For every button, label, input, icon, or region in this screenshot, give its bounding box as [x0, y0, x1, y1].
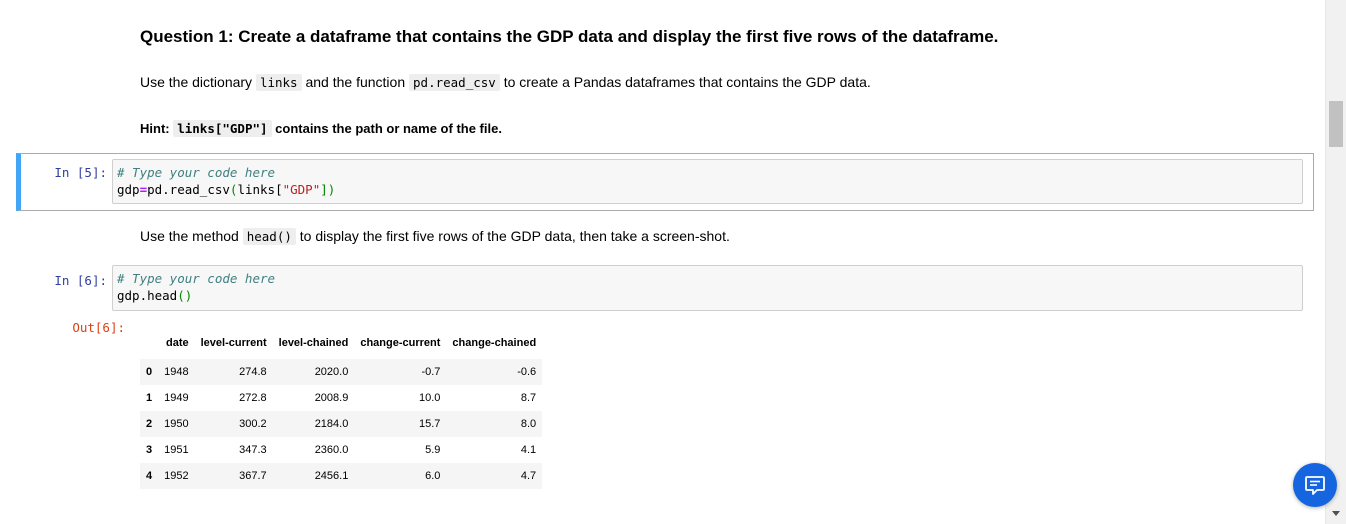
head-text-1: Use the method	[140, 228, 243, 244]
code-head: head()	[242, 228, 296, 245]
code-operator: =	[139, 182, 148, 197]
instr-text-2: and the function	[301, 74, 410, 90]
row-index: 2	[146, 418, 153, 430]
input-prompt-5: In [5]:	[54, 165, 107, 180]
cell-level-current: 367.7	[239, 470, 267, 482]
column-header: change-current	[360, 337, 441, 349]
instr-text-3: to create a Pandas dataframes that conta…	[499, 74, 871, 90]
markdown-line-instructions: Use the dictionary links and the functio…	[140, 74, 871, 91]
column-header: date	[165, 337, 189, 349]
scrollbar-thumb[interactable]	[1329, 101, 1343, 147]
hint-label: Hint:	[140, 121, 174, 136]
hint-code: links["GDP"]	[173, 120, 272, 137]
code-var: gdp	[117, 182, 140, 197]
cell-level-current: 347.3	[239, 444, 267, 456]
dataframe-table: date level-current level-chained change-…	[140, 333, 543, 489]
code-line-5: gdp=pd.read_csv(links["GDP"])	[117, 181, 1298, 198]
cell-date: 1948	[164, 366, 189, 378]
cell-date: 1950	[164, 418, 189, 430]
cell-change-chained: 4.1	[520, 444, 537, 456]
vertical-scrollbar[interactable]	[1325, 0, 1346, 524]
cell-level-chained: 2184.0	[314, 418, 349, 430]
hint-text: contains the path or name of the file.	[271, 121, 502, 136]
question-title: Question 1: Create a dataframe that cont…	[140, 27, 999, 46]
instr-text-1: Use the dictionary	[140, 74, 256, 90]
code-head-paren: ()	[177, 288, 193, 303]
cell-level-current: 272.8	[239, 392, 267, 404]
row-index: 4	[146, 470, 153, 482]
column-header: change-chained	[452, 337, 537, 349]
table-row: 4 1952 367.7 2456.1 6.0 4.7	[140, 463, 543, 489]
chat-button[interactable]	[1293, 463, 1337, 507]
cell-change-chained: -0.6	[517, 366, 537, 378]
input-prompt-6: In [6]:	[54, 273, 107, 288]
column-header: level-current	[200, 337, 267, 349]
markdown-line-head: Use the method head() to display the fir…	[140, 228, 730, 245]
code-close-paren: ])	[320, 182, 336, 197]
row-index: 0	[146, 366, 153, 378]
cell-date: 1952	[164, 470, 189, 482]
output-prompt-6: Out[6]:	[72, 320, 125, 335]
table-row: 2 1950 300.2 2184.0 15.7 8.0	[140, 411, 543, 437]
table-row: 1 1949 272.8 2008.9 10.0 8.7	[140, 385, 542, 411]
cell-change-current: 15.7	[419, 418, 441, 430]
cell-level-chained: 2456.1	[314, 470, 349, 482]
notebook-area: Question 1: Create a dataframe that cont…	[0, 0, 1324, 524]
cell-change-chained: 8.7	[520, 392, 537, 404]
code-editor-5[interactable]: # Type your code here gdp=pd.read_csv(li…	[112, 159, 1303, 204]
code-string: "GDP"	[282, 182, 321, 197]
markdown-cell-question: Question 1: Create a dataframe that cont…	[140, 27, 998, 47]
cell-change-current: 10.0	[419, 392, 441, 404]
table-row: 3 1951 347.3 2360.0 5.9 4.1	[140, 437, 542, 463]
head-text-2: to display the first five rows of the GD…	[295, 228, 730, 244]
chat-bubble-icon	[1305, 476, 1325, 495]
cell-date: 1949	[164, 392, 189, 404]
column-header: level-chained	[278, 337, 349, 349]
code-read-csv: pd.read_csv	[409, 74, 500, 91]
cell-level-chained: 2360.0	[314, 444, 349, 456]
cell-level-chained: 2008.9	[314, 392, 349, 404]
code-arg: links[	[237, 182, 283, 197]
markdown-line-hint: Hint: links["GDP"] contains the path or …	[140, 120, 502, 137]
code-comment-6: # Type your code here	[117, 271, 276, 286]
table-header-row: date level-current level-chained change-…	[140, 333, 542, 359]
code-line-6: gdp.head()	[117, 287, 1298, 304]
code-call: pd.read_csv	[147, 182, 230, 197]
cell-level-chained: 2020.0	[314, 366, 349, 378]
cell-level-current: 300.2	[239, 418, 267, 430]
column-header	[140, 333, 158, 359]
code-comment-5: # Type your code here	[117, 165, 276, 180]
cell-level-current: 274.8	[239, 366, 267, 378]
row-index: 1	[146, 392, 153, 404]
cell-change-current: 5.9	[425, 444, 441, 456]
code-links: links	[255, 74, 302, 91]
code-head-call: gdp.head	[117, 288, 178, 303]
cell-date: 1951	[164, 444, 189, 456]
chevron-down-icon[interactable]	[1332, 511, 1340, 516]
table-row: 0 1948 274.8 2020.0 -0.7 -0.6	[140, 359, 543, 385]
cell-change-chained: 8.0	[520, 418, 537, 430]
cell-change-chained: 4.7	[520, 470, 537, 482]
cell-change-current: 6.0	[425, 470, 441, 482]
code-editor-6[interactable]: # Type your code here gdp.head()	[112, 265, 1303, 311]
row-index: 3	[146, 444, 153, 456]
cell-change-current: -0.7	[421, 366, 441, 378]
